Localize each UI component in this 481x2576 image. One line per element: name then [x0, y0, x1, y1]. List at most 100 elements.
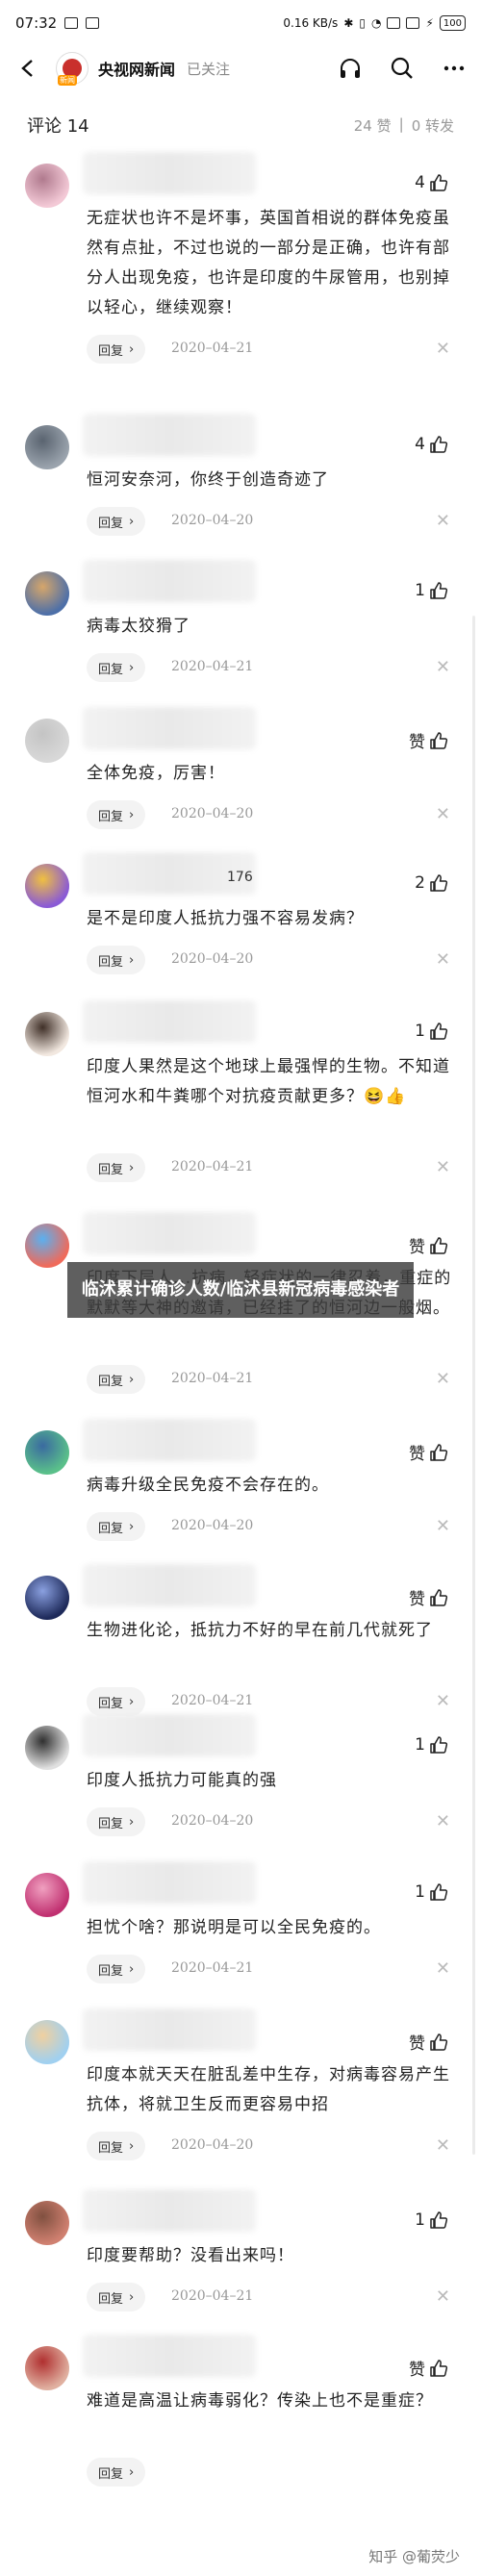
- chevron-left-icon: [21, 60, 33, 77]
- dismiss-icon[interactable]: ✕: [436, 657, 450, 677]
- reply-button[interactable]: 回复 ›: [87, 1807, 146, 1836]
- share-count[interactable]: 0 转发: [412, 115, 454, 136]
- avatar[interactable]: [25, 864, 69, 908]
- comment-like-button[interactable]: 赞: [409, 728, 448, 752]
- comment-date: 2020–04–20: [171, 1813, 254, 1829]
- more-dots-icon: [443, 65, 465, 71]
- dismiss-icon[interactable]: ✕: [436, 2286, 450, 2307]
- battery-icon: 100: [439, 15, 466, 31]
- avatar[interactable]: [25, 1430, 69, 1475]
- reply-label: 回复: [98, 343, 124, 359]
- reply-button[interactable]: 回复 ›: [87, 335, 146, 364]
- listen-button[interactable]: [337, 55, 364, 82]
- comment-like-button[interactable]: 赞: [409, 2030, 448, 2054]
- reply-button[interactable]: 回复 ›: [87, 2283, 146, 2311]
- reply-label: 回复: [98, 1816, 124, 1831]
- reply-label: 回复: [98, 1963, 124, 1979]
- username-blurred[interactable]: [83, 1000, 256, 1043]
- comment-like-button[interactable]: 赞: [409, 1585, 448, 1609]
- username-blurred[interactable]: [83, 1714, 256, 1756]
- reply-label: 回复: [98, 516, 124, 531]
- avatar[interactable]: [25, 1726, 69, 1770]
- comment-text: 印度人抵抗力可能真的强: [87, 1771, 277, 1790]
- follow-state[interactable]: 已关注: [187, 59, 230, 79]
- comment-like-button[interactable]: 1: [415, 1735, 448, 1755]
- thumbs-up-icon: [430, 1883, 448, 1901]
- username-blurred[interactable]: [83, 2008, 256, 2051]
- username-blurred[interactable]: [83, 1212, 256, 1254]
- dismiss-icon[interactable]: ✕: [436, 1958, 450, 1979]
- comment-like-button[interactable]: 1: [415, 1882, 448, 1902]
- comment-like-button[interactable]: 4: [415, 435, 448, 454]
- reply-button[interactable]: 回复 ›: [87, 1153, 146, 1182]
- reply-button[interactable]: 回复 ›: [87, 507, 146, 536]
- reply-button[interactable]: 回复 ›: [87, 800, 146, 829]
- username-blurred[interactable]: [83, 707, 256, 749]
- avatar[interactable]: [25, 1012, 69, 1056]
- username-blurred[interactable]: [83, 1419, 256, 1461]
- thumbs-up-icon: [430, 1736, 448, 1754]
- comment-text: 恒河安奈河，你终于创造奇迹了: [87, 470, 329, 490]
- dismiss-icon[interactable]: ✕: [436, 2135, 450, 2156]
- more-button[interactable]: [441, 55, 468, 82]
- comment-like-button[interactable]: 赞: [409, 1440, 448, 1464]
- comment-like-count: 1: [415, 1882, 425, 1902]
- avatar[interactable]: [25, 164, 69, 208]
- dismiss-icon[interactable]: ✕: [436, 949, 450, 970]
- avatar[interactable]: [25, 1576, 69, 1620]
- reply-button[interactable]: 回复 ›: [87, 2458, 146, 2487]
- reply-button[interactable]: 回复 ›: [87, 946, 146, 974]
- comment-like-button[interactable]: 1: [415, 581, 448, 600]
- reply-button[interactable]: 回复 ›: [87, 1955, 146, 1983]
- reply-button[interactable]: 回复 ›: [87, 2132, 146, 2160]
- comment-like-button[interactable]: 赞: [409, 1233, 448, 1257]
- comment-like-button[interactable]: 4: [415, 173, 448, 192]
- avatar[interactable]: [25, 1873, 69, 1917]
- comment-like-button[interactable]: 2: [415, 873, 448, 893]
- notification-icon: [86, 17, 100, 29]
- comment-like-button[interactable]: 赞: [409, 2356, 448, 2380]
- dismiss-icon[interactable]: ✕: [436, 339, 450, 359]
- reply-button[interactable]: 回复 ›: [87, 1512, 146, 1541]
- like-count[interactable]: 24 赞: [354, 115, 392, 136]
- comment-like-count: 4: [415, 173, 425, 192]
- dismiss-icon[interactable]: ✕: [436, 1516, 450, 1536]
- comment-like-button[interactable]: 1: [415, 2210, 448, 2230]
- avatar[interactable]: [25, 2346, 69, 2390]
- avatar[interactable]: [25, 425, 69, 469]
- back-button[interactable]: [13, 54, 42, 83]
- username-blurred[interactable]: [83, 560, 256, 602]
- username-blurred[interactable]: [83, 414, 256, 456]
- username-blurred[interactable]: [83, 2335, 256, 2377]
- reply-label: 回复: [98, 1162, 124, 1177]
- avatar[interactable]: [25, 719, 69, 763]
- dismiss-icon[interactable]: ✕: [436, 1811, 450, 1831]
- username-blurred[interactable]: [83, 1861, 256, 1904]
- comment-like-button[interactable]: 1: [415, 1022, 448, 1041]
- avatar[interactable]: [25, 2201, 69, 2245]
- scrollbar[interactable]: [472, 616, 475, 2155]
- search-button[interactable]: [389, 55, 416, 82]
- comment-date: 2020–04–20: [171, 513, 254, 528]
- username-blurred[interactable]: [83, 152, 256, 194]
- dismiss-icon[interactable]: ✕: [436, 1157, 450, 1177]
- thumbs-up-icon: [430, 1443, 448, 1461]
- comment-text: 病毒太狡猾了: [87, 617, 190, 636]
- avatar[interactable]: [25, 1224, 69, 1268]
- thumbs-up-icon: [430, 1236, 448, 1254]
- source-logo[interactable]: 新闻: [56, 52, 89, 86]
- avatar[interactable]: [25, 571, 69, 616]
- source-name[interactable]: 央视网新闻: [98, 57, 175, 80]
- headphones-icon: [341, 59, 360, 78]
- dismiss-icon[interactable]: ✕: [436, 804, 450, 824]
- dismiss-icon[interactable]: ✕: [436, 511, 450, 531]
- reply-button[interactable]: 回复 ›: [87, 653, 146, 682]
- comment-text: 是不是印度人抵抗力强不容易发病？: [87, 909, 364, 928]
- username-blurred[interactable]: [83, 1564, 256, 1606]
- username-blurred[interactable]: [83, 2189, 256, 2232]
- thumbs-up-icon: [430, 2211, 448, 2229]
- reply-button[interactable]: 回复 ›: [87, 1365, 146, 1394]
- comment-like-count: 4: [415, 435, 425, 454]
- avatar[interactable]: [25, 2020, 69, 2064]
- dismiss-icon[interactable]: ✕: [436, 1369, 450, 1389]
